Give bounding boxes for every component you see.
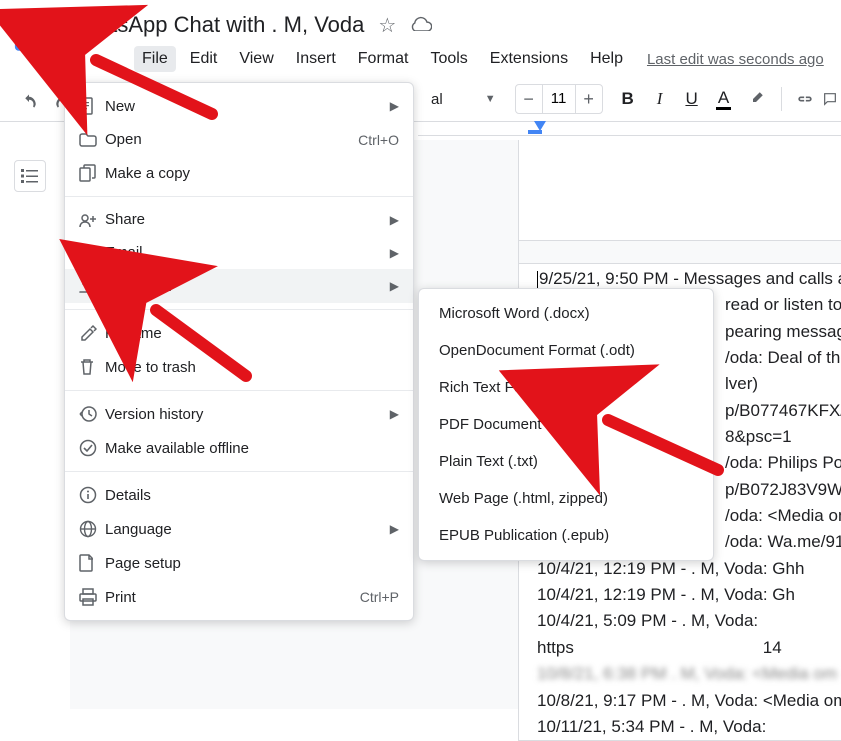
menu-item-label: Download [105, 278, 390, 295]
download-icon [79, 277, 105, 295]
page-break [519, 240, 841, 264]
submenu-arrow-icon: ▶ [390, 522, 399, 536]
font-name-fragment: al [431, 91, 443, 108]
last-edit-link[interactable]: Last edit was seconds ago [647, 51, 824, 68]
globe-icon [79, 520, 105, 538]
menu-item-details[interactable]: Details [65, 478, 413, 512]
menu-item-label: Version history [105, 406, 390, 423]
menu-help[interactable]: Help [582, 46, 631, 72]
menu-item-label: Details [105, 487, 399, 504]
chevron-down-icon: ▼ [485, 93, 496, 105]
menu-extensions[interactable]: Extensions [482, 46, 576, 72]
menu-insert[interactable]: Insert [288, 46, 344, 72]
insert-link-button[interactable] [790, 84, 820, 114]
insert-comment-button[interactable] [822, 84, 838, 114]
menu-item-label: Language [105, 521, 390, 538]
download-rtf[interactable]: Rich Text Format (.rtf) [419, 369, 713, 406]
page-setup-icon [79, 554, 105, 572]
menu-item-label: Page setup [105, 555, 399, 572]
doc-text: 10/8/21, 9:17 PM - . M, Voda: <Media om [537, 688, 841, 714]
submenu-arrow-icon: ▶ [390, 99, 399, 113]
menu-view[interactable]: View [231, 46, 281, 72]
menu-item-label: Make available offline [105, 440, 399, 457]
text-cursor [537, 271, 538, 289]
menu-separator [65, 471, 413, 472]
undo-button[interactable] [14, 87, 44, 117]
download-odt[interactable]: OpenDocument Format (.odt) [419, 332, 713, 369]
menu-item-print[interactable]: Print Ctrl+P [65, 580, 413, 614]
font-size-group: − 11 + [515, 84, 603, 114]
menu-item-label: Make a copy [105, 165, 399, 182]
rename-icon [79, 324, 105, 342]
ruler[interactable] [418, 120, 841, 136]
menu-item-language[interactable]: Language ▶ [65, 512, 413, 546]
doc-text: 10/8/21, 6:38 PM . M, Voda: <Media om [537, 661, 841, 687]
email-icon [79, 246, 105, 260]
cloud-icon[interactable] [410, 14, 432, 37]
font-family-dropdown[interactable]: al ▼ [422, 86, 505, 113]
download-docx[interactable]: Microsoft Word (.docx) [419, 295, 713, 332]
trash-icon [79, 358, 105, 376]
highlight-button[interactable] [741, 84, 771, 114]
keyboard-shortcut: Ctrl+O [358, 132, 399, 148]
toolbar-separator [781, 87, 782, 111]
submenu-arrow-icon: ▶ [390, 246, 399, 260]
annotation-arrow-download [140, 296, 260, 391]
menu-item-share[interactable]: Share ▶ [65, 203, 413, 236]
menu-separator [65, 196, 413, 197]
folder-icon [79, 133, 105, 147]
menu-item-make-copy[interactable]: Make a copy [65, 156, 413, 190]
annotation-arrow-file [82, 48, 222, 133]
doc-text: 10/4/21, 5:09 PM - . M, Voda: [537, 608, 841, 634]
keyboard-shortcut: Ctrl+P [360, 589, 399, 605]
menu-item-label: Email [105, 244, 390, 261]
history-icon [79, 405, 105, 423]
doc-text: https 14 [537, 635, 841, 661]
submenu-arrow-icon: ▶ [390, 279, 399, 293]
menu-item-version-history[interactable]: Version history ▶ [65, 397, 413, 431]
italic-button[interactable]: I [645, 84, 675, 114]
star-icon[interactable]: ☆ [378, 13, 396, 38]
docs-logo[interactable] [12, 6, 48, 54]
font-size-value[interactable]: 11 [542, 85, 576, 113]
download-epub[interactable]: EPUB Publication (.epub) [419, 517, 713, 554]
annotation-arrow-pdf [590, 408, 730, 493]
menu-item-email[interactable]: Email ▶ [65, 236, 413, 269]
menu-tools[interactable]: Tools [422, 46, 475, 72]
doc-text: 10/4/21, 12:19 PM - . M, Voda: Gh [537, 582, 841, 608]
document-outline-button[interactable] [14, 160, 46, 192]
menu-item-offline[interactable]: Make available offline [65, 431, 413, 465]
menu-format[interactable]: Format [350, 46, 417, 72]
bold-button[interactable]: B [613, 84, 643, 114]
doc-text: 9/25/21, 9:50 PM - Messages and calls ar [539, 269, 841, 288]
print-icon [79, 588, 105, 606]
document-title[interactable]: WhatsApp Chat with . M, Voda [66, 12, 364, 38]
font-size-decrease[interactable]: − [516, 85, 542, 113]
menu-item-label: Share [105, 211, 390, 228]
doc-text: 10/11/21, 5:34 PM - . M, Voda: [537, 714, 841, 740]
offline-icon [79, 439, 105, 457]
copy-icon [79, 164, 105, 182]
submenu-arrow-icon: ▶ [390, 407, 399, 421]
font-size-increase[interactable]: + [576, 85, 602, 113]
menu-item-label: Open [105, 131, 358, 148]
text-color-button[interactable]: A [709, 84, 739, 114]
menu-item-page-setup[interactable]: Page setup [65, 546, 413, 580]
info-icon [79, 486, 105, 504]
menu-item-label: Print [105, 589, 360, 606]
share-icon [79, 212, 105, 228]
submenu-arrow-icon: ▶ [390, 213, 399, 227]
underline-button[interactable]: U [677, 84, 707, 114]
